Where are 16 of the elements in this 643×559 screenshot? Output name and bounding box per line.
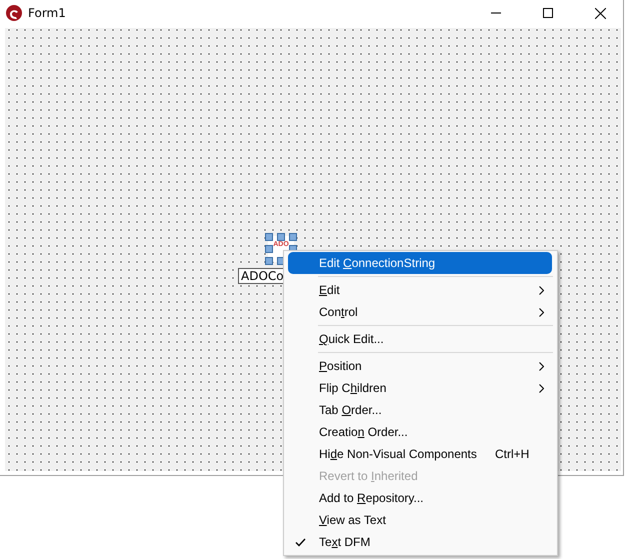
menu-item[interactable]: View as Text [288,509,552,531]
menu-item[interactable]: Position [288,355,552,377]
close-icon [594,8,606,18]
menu-item[interactable]: Edit ConnectionString [288,252,552,274]
window-title: Form1 [28,6,67,20]
menu-item[interactable]: Tab Order... [288,399,552,421]
menu-item[interactable]: Creation Order... [288,421,552,443]
menu-item[interactable]: Quick Edit... [288,328,552,350]
shortcut-text: Ctrl+H [495,447,530,461]
menu-item[interactable]: Flip Children [288,377,552,399]
maximize-icon [543,8,553,18]
menu-item[interactable]: Add to Repository... [288,487,552,509]
menu-item[interactable]: Hide Non-Visual Components Ctrl+H [288,443,552,465]
menu-item[interactable]: Control [288,301,552,323]
menu-item[interactable]: Text DFM [288,531,552,553]
app-logo-icon [6,5,22,21]
